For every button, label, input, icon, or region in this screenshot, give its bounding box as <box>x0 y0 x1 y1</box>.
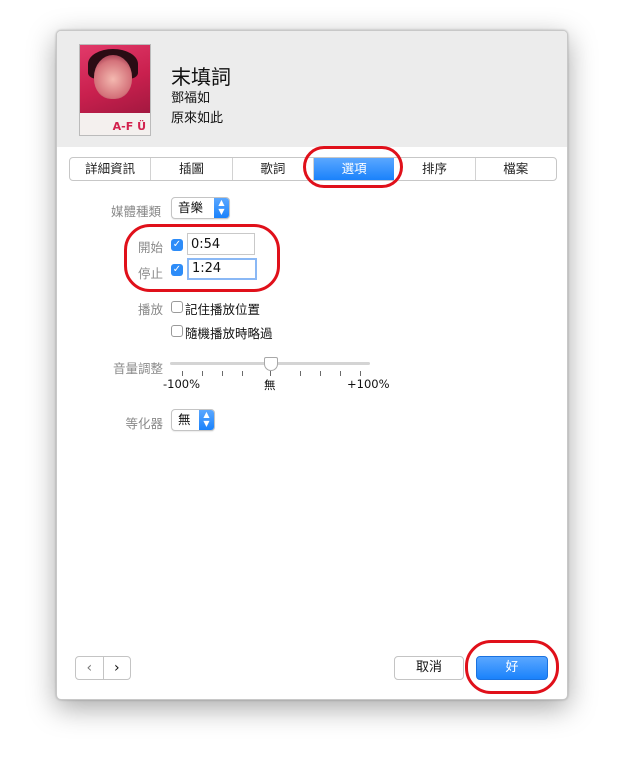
slider-tick <box>360 371 361 376</box>
skip-shuffle-label[interactable]: 隨機播放時略過 <box>185 323 273 342</box>
slider-tick <box>182 371 183 376</box>
slider-tick <box>242 371 243 376</box>
start-time-field[interactable]: 0:54 <box>187 233 255 255</box>
next-track-button[interactable]: › <box>102 657 131 679</box>
song-header: A-F Ü 末填詞 鄧福如 原來如此 <box>57 31 567 147</box>
album-artwork[interactable]: A-F Ü <box>79 44 151 136</box>
media-kind-value: 音樂 <box>178 200 204 215</box>
song-title: 末填詞 <box>171 65 231 89</box>
tab-artwork[interactable]: 插圖 <box>151 158 233 180</box>
volume-slider-knob[interactable] <box>264 357 278 371</box>
chevron-updown-icon: ▲ ▼ <box>214 198 229 218</box>
remember-position-checkbox[interactable] <box>171 301 183 313</box>
song-album: 原來如此 <box>171 111 224 126</box>
album-art-logo: A-F Ü <box>112 120 146 133</box>
slider-tick <box>320 371 321 376</box>
album-art-face <box>94 55 132 99</box>
volume-mid-label: 無 <box>264 378 276 392</box>
skip-shuffle-checkbox[interactable] <box>171 325 183 337</box>
playback-label: 播放 <box>137 302 163 317</box>
tab-details[interactable]: 詳細資訊 <box>70 158 152 180</box>
equalizer-popup[interactable]: 無 ▲ ▼ <box>171 409 215 431</box>
volume-max-label: +100% <box>347 377 390 391</box>
stop-label: 停止 <box>137 266 163 281</box>
song-artist: 鄧福如 <box>171 91 211 106</box>
media-kind-label: 媒體種類 <box>110 204 161 219</box>
previous-track-button[interactable]: ‹ <box>76 657 103 679</box>
remember-position-label[interactable]: 記住播放位置 <box>185 299 260 318</box>
slider-tick <box>270 371 271 376</box>
slider-tick <box>300 371 301 376</box>
volume-min-label: -100% <box>163 377 201 391</box>
start-label: 開始 <box>137 240 163 255</box>
media-kind-popup[interactable]: 音樂 ▲ ▼ <box>171 197 230 219</box>
cancel-button[interactable]: 取消 <box>394 656 464 680</box>
equalizer-value: 無 <box>178 412 191 427</box>
slider-tick <box>222 371 223 376</box>
slider-tick <box>202 371 203 376</box>
tab-lyrics[interactable]: 歌詞 <box>233 158 314 180</box>
tab-bar: 詳細資訊 插圖 歌詞 選項 排序 檔案 <box>69 157 557 181</box>
volume-label: 音量調整 <box>112 361 163 376</box>
stop-checkbox[interactable]: ✓ <box>171 264 183 276</box>
equalizer-label: 等化器 <box>125 416 163 431</box>
stop-time-field[interactable]: 1:24 <box>187 258 257 280</box>
tab-options[interactable]: 選項 <box>313 158 395 180</box>
tab-sorting[interactable]: 排序 <box>394 158 476 180</box>
tab-file[interactable]: 檔案 <box>476 158 556 180</box>
track-navigation: ‹ › <box>75 656 131 680</box>
song-info-window: A-F Ü 末填詞 鄧福如 原來如此 詳細資訊 插圖 歌詞 選項 排序 檔案 媒… <box>56 30 568 700</box>
slider-tick <box>340 371 341 376</box>
ok-button[interactable]: 好 <box>476 656 548 680</box>
start-checkbox[interactable]: ✓ <box>171 239 183 251</box>
chevron-updown-icon: ▲ ▼ <box>199 410 214 430</box>
